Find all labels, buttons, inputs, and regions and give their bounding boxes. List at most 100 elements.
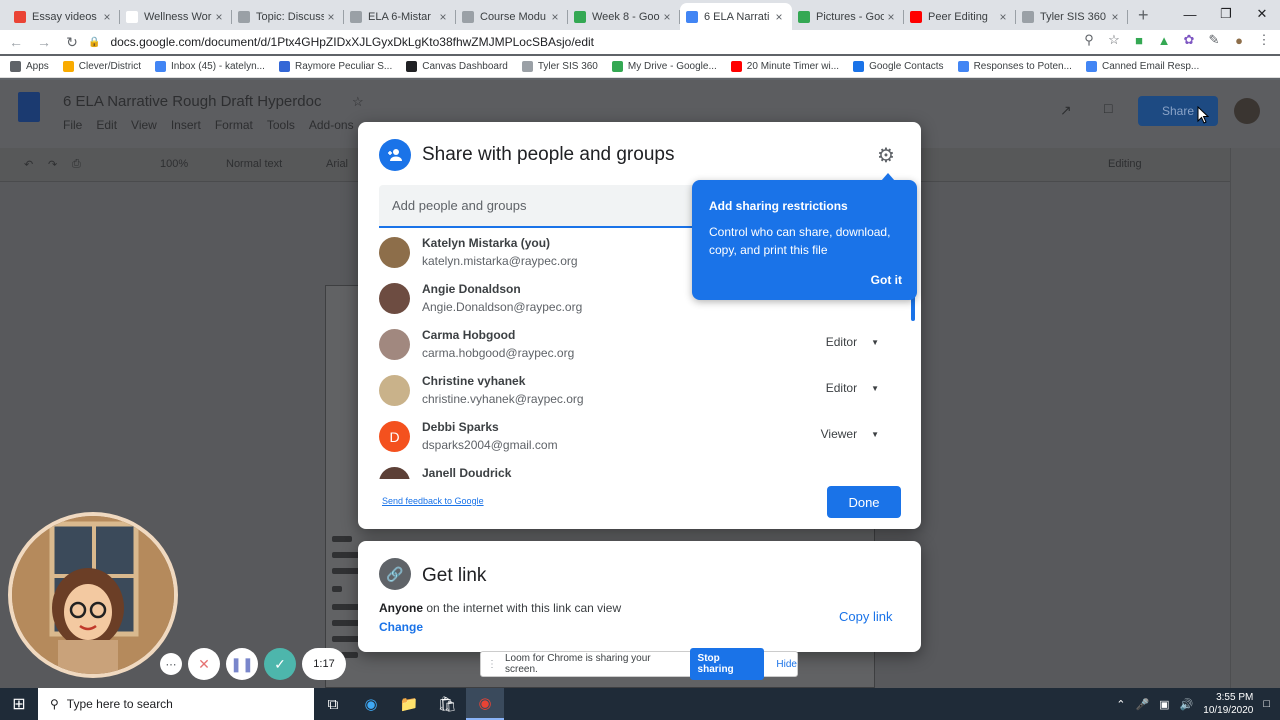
bookmark-item[interactable]: Clever/District (62, 61, 141, 72)
bookmark-item[interactable]: Tyler SIS 360 (521, 61, 598, 72)
star-icon[interactable]: ☆ (352, 94, 364, 110)
add-people-input[interactable]: Add people and groups (379, 185, 699, 228)
copy-link-button[interactable]: Copy link (839, 609, 892, 624)
browser-tab[interactable]: Wellness Wor × (120, 3, 232, 30)
notifications-icon[interactable]: □ (1263, 698, 1270, 710)
done-button[interactable]: Done (827, 486, 901, 518)
close-tab-icon[interactable]: × (100, 10, 114, 24)
style-select[interactable]: Normal text (226, 158, 282, 170)
restore-button[interactable]: ❐ (1208, 0, 1244, 28)
undo-icon[interactable]: ↶ (24, 158, 33, 171)
menu-item[interactable]: Add-ons (309, 118, 354, 132)
role-dropdown[interactable]: Editor ▼ (826, 381, 879, 395)
task-view-icon[interactable]: ⧉ (314, 688, 352, 720)
back-button[interactable]: ← (4, 34, 28, 50)
flower-extension-icon[interactable]: ✿ (1181, 32, 1197, 48)
activity-icon[interactable]: ↗ (1060, 102, 1072, 119)
reload-button[interactable]: ↻ (60, 34, 84, 51)
store-icon[interactable]: 🛍 (428, 688, 466, 720)
browser-tab[interactable]: Week 8 - Goo × (568, 3, 680, 30)
got-it-button[interactable]: Got it (871, 273, 902, 287)
cancel-recording-button[interactable]: ✕ (188, 648, 220, 680)
extension-icon[interactable]: ■ (1131, 33, 1147, 48)
close-tab-icon[interactable]: × (996, 10, 1010, 24)
account-avatar[interactable] (1234, 98, 1260, 124)
close-tab-icon[interactable]: × (772, 10, 786, 24)
new-tab-button[interactable]: + (1138, 5, 1149, 26)
taskbar-search[interactable]: ⚲ Type here to search (38, 688, 314, 720)
webcam-bubble[interactable] (8, 512, 178, 678)
microphone-icon[interactable]: 🎤 (1135, 698, 1149, 711)
menu-item[interactable]: Insert (171, 118, 201, 132)
edge-icon[interactable]: ◉ (352, 688, 390, 720)
bookmark-item[interactable]: Canvas Dashboard (406, 61, 508, 72)
bookmark-item[interactable]: Inbox (45) - katelyn... (155, 61, 265, 72)
network-icon[interactable]: ▣ (1159, 698, 1169, 711)
role-dropdown[interactable]: Viewer ▼ (821, 427, 879, 441)
bookmark-item[interactable]: Raymore Peculiar S... (278, 61, 392, 72)
bookmark-item[interactable]: 20 Minute Timer wi... (730, 61, 839, 72)
file-explorer-icon[interactable]: 📁 (390, 688, 428, 720)
menu-item[interactable]: View (131, 118, 157, 132)
browser-tab[interactable]: Course Modu × (456, 3, 568, 30)
menu-item[interactable]: File (63, 118, 82, 132)
bookmark-item[interactable]: Google Contacts (853, 61, 944, 72)
clock[interactable]: 3:55 PM 10/19/2020 (1203, 691, 1253, 717)
browser-tab[interactable]: Peer Editing × (904, 3, 1016, 30)
settings-gear-icon[interactable]: ⚙ (877, 143, 895, 168)
redo-icon[interactable]: ↷ (48, 158, 57, 171)
browser-tab[interactable]: Tyler SIS 360 × (1016, 3, 1128, 30)
finish-recording-button[interactable]: ✓ (264, 648, 296, 680)
browser-tab[interactable]: Pictures - Goo × (792, 3, 904, 30)
close-tab-icon[interactable]: × (212, 10, 226, 24)
person-row: Carma Hobgood carma.hobgood@raypec.org Edi… (358, 324, 921, 370)
browser-tab[interactable]: ELA 6-Mistar × (344, 3, 456, 30)
close-window-button[interactable]: ✕ (1244, 0, 1280, 28)
kebab-menu-icon[interactable]: ⋮ (1256, 32, 1272, 48)
close-tab-icon[interactable]: × (548, 10, 562, 24)
bookmark-item[interactable]: Canned Email Resp... (1085, 61, 1199, 72)
bookmark-item[interactable]: Apps (10, 61, 49, 72)
beta-extension-icon[interactable]: ▲ (1156, 33, 1172, 48)
bookmark-item[interactable]: Responses to Poten... (957, 61, 1072, 72)
close-tab-icon[interactable]: × (436, 10, 450, 24)
mode-select[interactable]: Editing (1108, 158, 1142, 170)
zoom-icon[interactable]: ⚲ (1081, 32, 1097, 48)
windows-start-icon[interactable]: ⊞ (0, 694, 38, 714)
close-tab-icon[interactable]: × (1108, 10, 1122, 24)
menu-item[interactable]: Format (215, 118, 253, 132)
address-bar[interactable]: 🔒 docs.google.com/document/d/1Ptx4GHpZID… (88, 30, 1118, 54)
volume-icon[interactable]: 🔊 (1180, 698, 1194, 711)
zoom-select[interactable]: 100% (160, 158, 188, 170)
bookmark-star-icon[interactable]: ☆ (1106, 32, 1122, 48)
close-tab-icon[interactable]: × (324, 10, 338, 24)
profile-avatar[interactable]: ● (1231, 33, 1247, 48)
stop-sharing-button[interactable]: Stop sharing (689, 648, 765, 680)
hide-button[interactable]: Hide (776, 659, 797, 670)
change-link-button[interactable]: Change (379, 620, 423, 634)
drag-handle-icon[interactable]: ⋮ (487, 659, 497, 670)
more-options-icon[interactable]: ⋯ (160, 653, 182, 675)
show-hidden-icon[interactable]: ⌃ (1116, 698, 1125, 711)
comments-icon[interactable]: □ (1104, 100, 1112, 116)
doc-title[interactable]: 6 ELA Narrative Rough Draft Hyperdoc (63, 93, 321, 110)
send-feedback-link[interactable]: Send feedback to Google (382, 496, 484, 506)
chrome-icon[interactable]: ◉ (466, 688, 504, 720)
forward-button[interactable]: → (32, 34, 56, 50)
puzzle-icon[interactable]: ✎ (1206, 32, 1222, 48)
minimize-button[interactable]: — (1172, 0, 1208, 28)
print-icon[interactable]: ⎙ (72, 158, 81, 171)
close-tab-icon[interactable]: × (660, 10, 674, 24)
menu-item[interactable]: Tools (267, 118, 295, 132)
bookmark-item[interactable]: My Drive - Google... (611, 61, 717, 72)
system-tray: ⌃ 🎤 ▣ 🔊 3:55 PM 10/19/2020 □ (1116, 688, 1270, 720)
font-select[interactable]: Arial (326, 158, 348, 170)
browser-tab[interactable]: Essay videos × (8, 3, 120, 30)
browser-tab[interactable]: Topic: Discuss × (232, 3, 344, 30)
role-dropdown[interactable]: Editor ▼ (826, 335, 879, 349)
browser-tab[interactable]: 6 ELA Narrati × (680, 3, 792, 30)
pause-recording-button[interactable]: ❚❚ (226, 648, 258, 680)
menu-item[interactable]: Edit (96, 118, 117, 132)
share-label: Share (1161, 104, 1195, 118)
close-tab-icon[interactable]: × (884, 10, 898, 24)
